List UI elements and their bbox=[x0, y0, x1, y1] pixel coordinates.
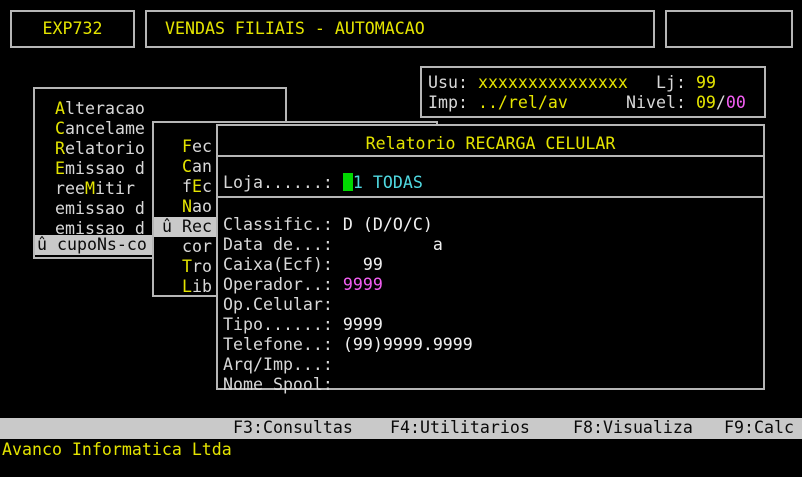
menu-item-alteracao[interactable]: Alteracao bbox=[55, 99, 145, 119]
field-arq-imp[interactable]: Arq/Imp...: bbox=[223, 355, 343, 375]
menu-item-cancelamento[interactable]: Cancelame bbox=[55, 119, 145, 139]
field-caixa-ecf-value: 99 bbox=[342, 255, 383, 274]
field-operador-value: 9999 bbox=[342, 275, 383, 294]
field-classific[interactable]: Classific.: D (D/O/C) bbox=[223, 215, 433, 235]
menu-item-relatorio[interactable]: Relatorio bbox=[55, 139, 145, 159]
field-op-celular[interactable]: Op.Celular: bbox=[223, 295, 343, 315]
printer-label: Imp: bbox=[428, 93, 478, 112]
field-caixa-ecf[interactable]: Caixa(Ecf): 99 bbox=[223, 255, 383, 275]
printer-line: Imp: ../rel/av bbox=[428, 93, 568, 113]
level-separator: / bbox=[715, 93, 726, 112]
program-code: EXP732 bbox=[42, 19, 103, 38]
terminal-screen: EXP732 VENDAS FILIAIS - AUTOMACAO Usu: x… bbox=[0, 0, 802, 477]
store-value: 99 bbox=[695, 73, 716, 92]
fkey-f9-calc[interactable]: F9:Calc bbox=[724, 418, 794, 438]
field-loja-label: Loja......: bbox=[223, 173, 333, 192]
submenu-item-cor[interactable]: cor bbox=[182, 237, 212, 257]
user-label: Usu: bbox=[428, 73, 478, 92]
fkey-f8-visualiza[interactable]: F8:Visualiza bbox=[573, 418, 693, 438]
level-sub-value: 00 bbox=[725, 93, 746, 112]
function-key-bar: F3:Consultas F4:Utilitarios F8:Visualiza… bbox=[0, 418, 802, 439]
level-label: Nivel: bbox=[626, 93, 696, 112]
submenu-item-nao[interactable]: Nao bbox=[182, 197, 212, 217]
field-operador[interactable]: Operador..: 9999 bbox=[223, 275, 383, 295]
user-line: Usu: xxxxxxxxxxxxxxx bbox=[428, 73, 628, 93]
report-dialog: Relatorio RECARGA CELULAR Loja......: 1 … bbox=[216, 124, 765, 394]
store-label: Lj: bbox=[656, 73, 696, 92]
field-telefone[interactable]: Telefone..: (99)9999.9999 bbox=[223, 335, 473, 355]
module-title-box: VENDAS FILIAIS - AUTOMACAO bbox=[145, 10, 655, 48]
submenu-item-fec[interactable]: Fec bbox=[182, 137, 212, 157]
field-loja-value: 1 TODAS bbox=[352, 173, 423, 192]
submenu-item-can[interactable]: Can bbox=[182, 157, 212, 177]
dialog-loja-separator bbox=[218, 196, 763, 198]
field-loja[interactable]: Loja......: 1 TODAS bbox=[223, 173, 423, 193]
field-telefone-value: (99)9999.9999 bbox=[342, 335, 473, 354]
module-title: VENDAS FILIAIS - AUTOMACAO bbox=[165, 19, 425, 38]
text-cursor bbox=[342, 173, 353, 191]
submenu-item-tro[interactable]: Tro bbox=[182, 257, 212, 277]
field-data-de[interactable]: Data de...: a bbox=[223, 235, 443, 255]
user-value: xxxxxxxxxxxxxxx bbox=[477, 73, 628, 92]
menu-item-reemitir[interactable]: reeMitir bbox=[55, 179, 135, 199]
menu-item-emissao-2[interactable]: emissao d bbox=[55, 199, 145, 219]
fkey-f4-utilitarios[interactable]: F4:Utilitarios bbox=[390, 418, 530, 438]
field-classific-value: D (D/O/C) bbox=[342, 215, 433, 234]
fkey-f3-consultas[interactable]: F3:Consultas bbox=[233, 418, 353, 438]
menu-item-emissao-1[interactable]: Emissao d bbox=[55, 159, 145, 179]
session-info-box: Usu: xxxxxxxxxxxxxxx Lj: 99 Imp: ../rel/… bbox=[420, 66, 766, 118]
field-nome-spool[interactable]: Nome Spool: bbox=[223, 375, 343, 395]
level-line: Nivel: 09/00 bbox=[626, 93, 746, 113]
field-tipo[interactable]: Tipo......: 9999 bbox=[223, 315, 383, 335]
empty-header-box bbox=[665, 10, 793, 48]
dialog-title-separator bbox=[218, 155, 763, 157]
submenu-item-lib[interactable]: Lib bbox=[182, 277, 212, 297]
program-code-box: EXP732 bbox=[10, 10, 135, 48]
field-data-de-value: a bbox=[342, 235, 443, 254]
level-value: 09 bbox=[695, 93, 716, 112]
store-line: Lj: 99 bbox=[656, 73, 716, 93]
field-tipo-value: 9999 bbox=[342, 315, 383, 334]
dialog-title: Relatorio RECARGA CELULAR bbox=[365, 134, 616, 153]
company-name: Avanco Informatica Ltda bbox=[2, 440, 232, 459]
printer-value: ../rel/av bbox=[477, 93, 568, 112]
submenu-item-fec2[interactable]: fEc bbox=[182, 177, 212, 197]
